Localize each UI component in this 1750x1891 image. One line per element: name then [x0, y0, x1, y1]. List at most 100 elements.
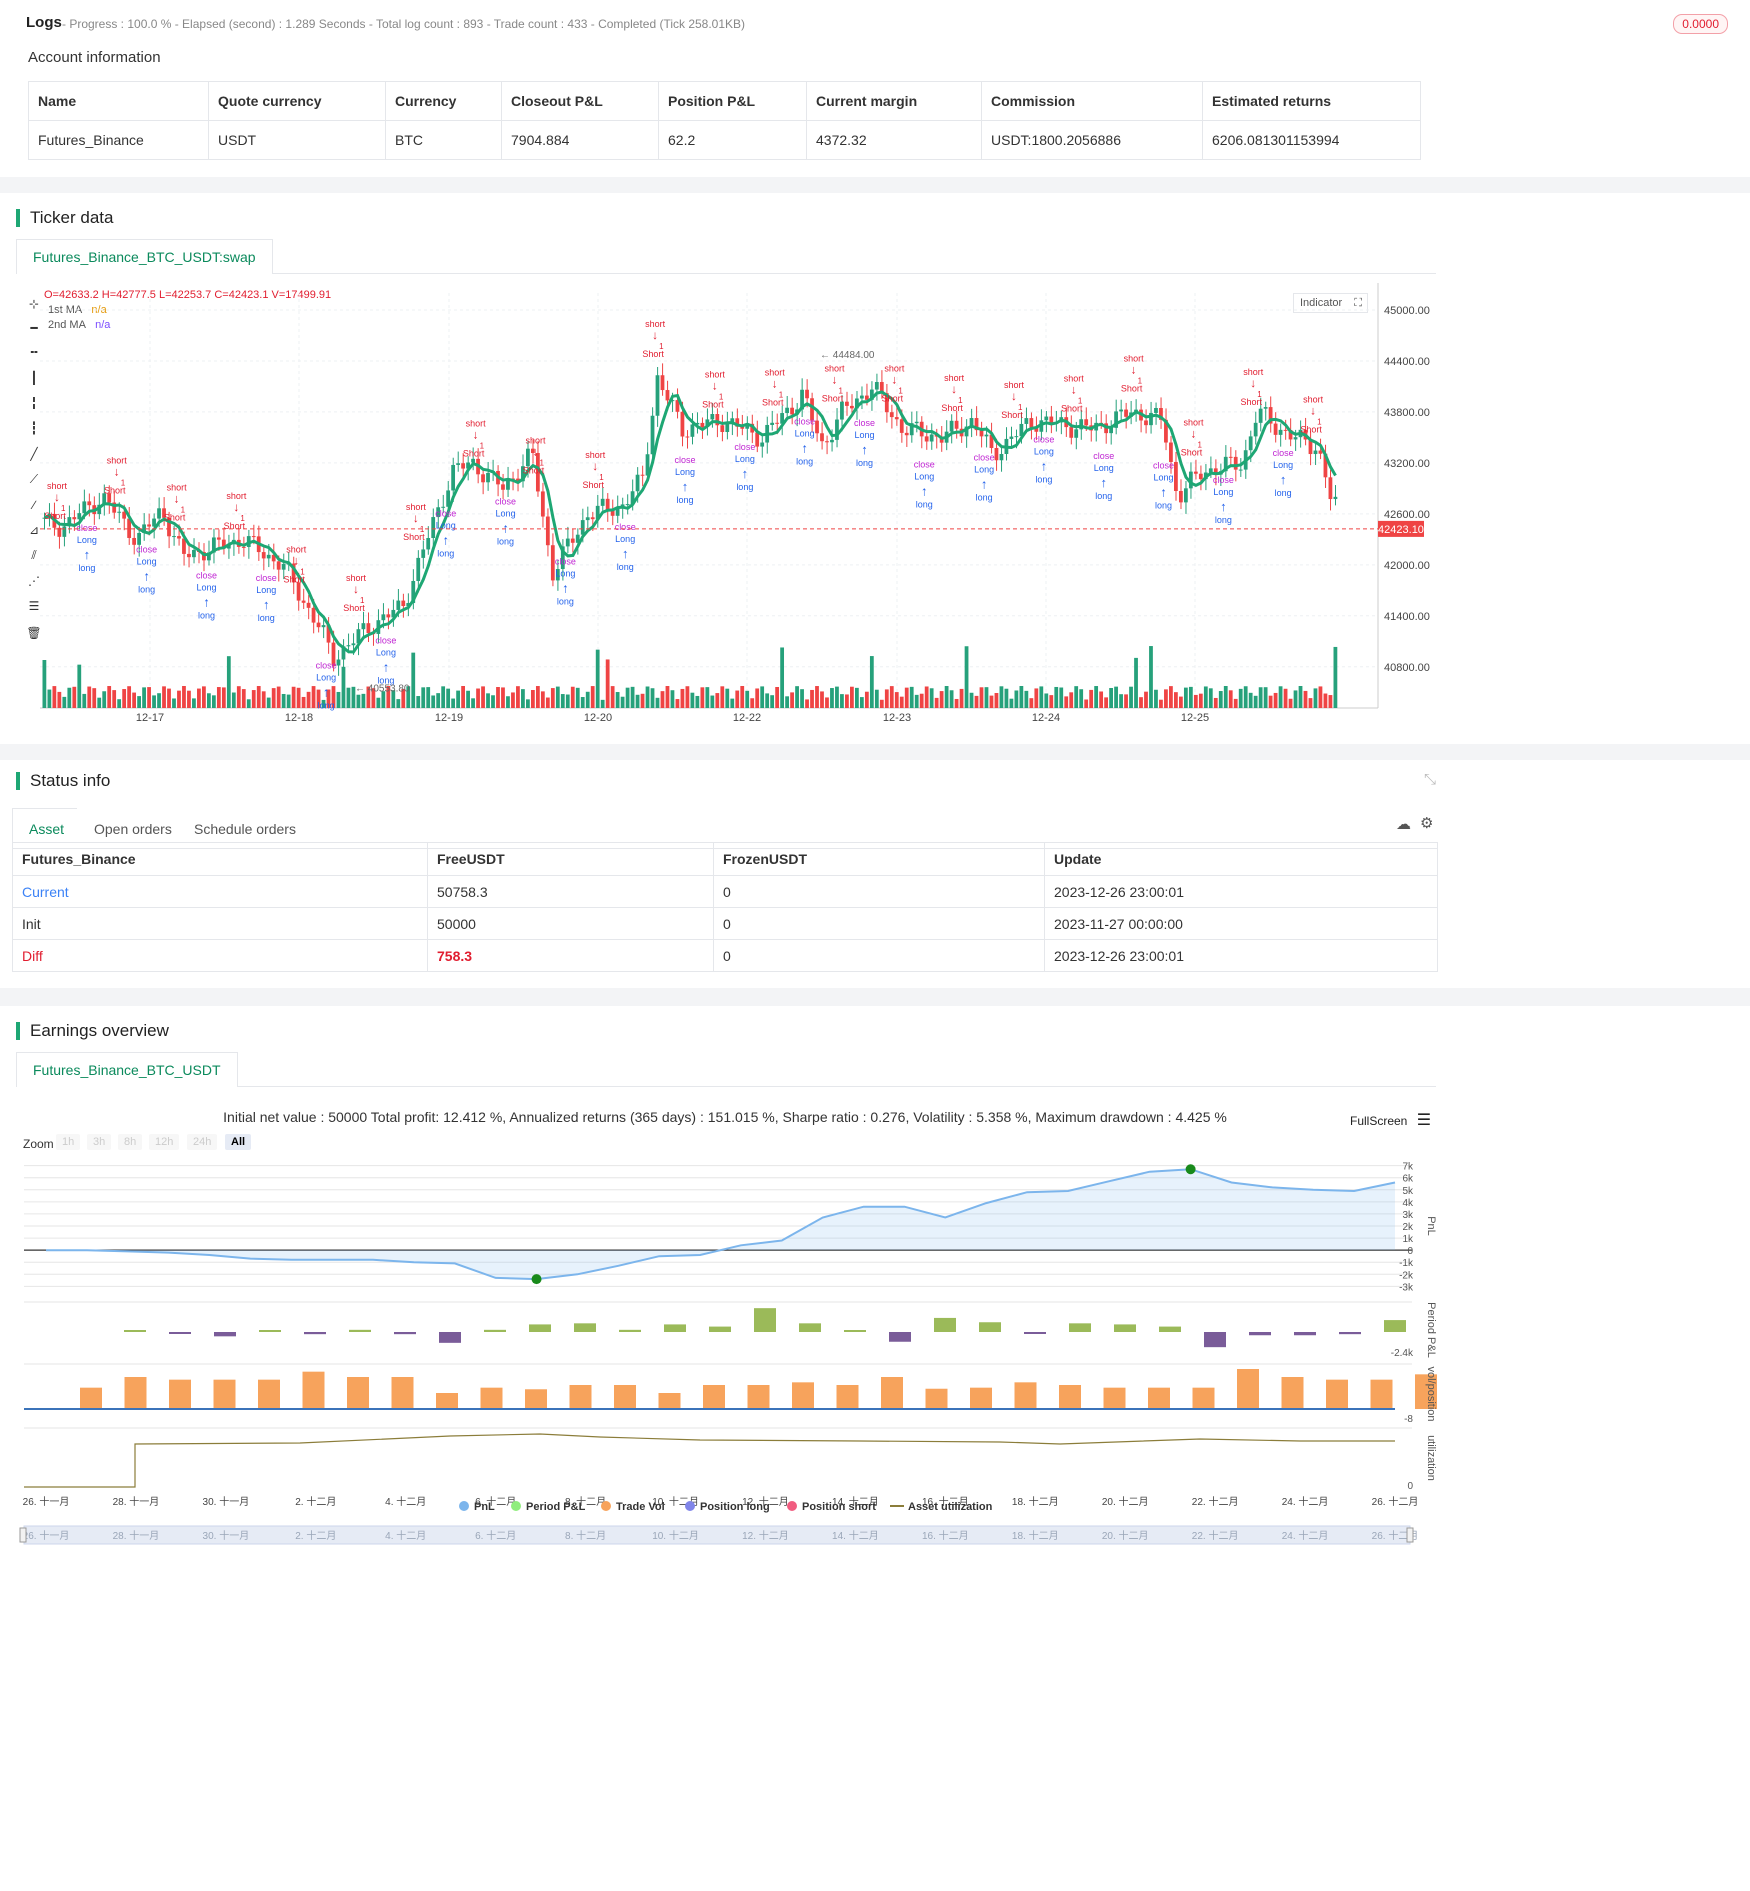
candle-body — [381, 614, 386, 621]
candle-body — [924, 436, 929, 442]
candle-body — [720, 425, 725, 433]
gear-icon[interactable]: ⚙ — [1420, 814, 1433, 832]
zoom-All[interactable]: All — [225, 1134, 252, 1150]
candle-body — [1119, 409, 1123, 412]
legend-marker — [459, 1501, 469, 1511]
zoom-3h[interactable]: 3h — [87, 1134, 112, 1150]
row-label-current[interactable]: Current — [12, 875, 428, 908]
volume-bar — [835, 686, 839, 708]
short-entry-label: Short — [822, 394, 844, 404]
short-arrow-icon: ↓ — [592, 459, 598, 473]
volume-bar — [1119, 694, 1123, 708]
volume-bar — [197, 688, 201, 708]
long-label: long — [78, 563, 95, 573]
menu-icon[interactable]: ☰ — [1417, 1112, 1431, 1129]
fullscreen-button[interactable]: FullScreen ☰ — [1350, 1110, 1431, 1130]
close-label: close — [76, 523, 97, 533]
col-commission: Commission — [981, 81, 1203, 121]
long-entry-label: Long — [615, 534, 635, 544]
volume-bar — [795, 686, 799, 708]
col-free: FreeUSDT — [427, 842, 714, 876]
col-quote: Quote currency — [208, 81, 386, 121]
trade-vol-bar — [525, 1389, 547, 1409]
navigator-label: 30. 十一月 — [203, 1529, 250, 1542]
tab-earnings-symbol[interactable]: Futures_Binance_BTC_USDT — [16, 1052, 238, 1087]
earnings-chart[interactable]: 7k6k5k4k3k2k1k0-1k-2k-3kPnL-2.4k Period P… — [0, 1156, 1450, 1876]
candle-body — [1198, 473, 1203, 480]
zoom-12h[interactable]: 12h — [149, 1134, 180, 1150]
volume-bar — [825, 697, 829, 708]
x-tick-label: 12-19 — [435, 712, 463, 723]
candle-body — [177, 536, 181, 539]
candle-body — [276, 561, 281, 570]
volume-bar — [62, 696, 67, 708]
volume-bar — [1273, 692, 1278, 708]
zoom-8h[interactable]: 8h — [118, 1134, 143, 1150]
trade-vol-bar — [258, 1379, 280, 1409]
collapse-icon[interactable]: ⤡ — [1424, 771, 1436, 788]
period-pnl-bar — [214, 1332, 236, 1337]
long-arrow-icon: ↑ — [981, 477, 988, 492]
close-label: close — [375, 635, 396, 645]
logs-badge[interactable]: 0.0000 — [1673, 14, 1728, 34]
volume-bar — [396, 699, 401, 708]
candle-body — [426, 538, 431, 550]
account-title: Account information — [28, 49, 161, 66]
volume-bar — [850, 686, 854, 708]
volume-bar — [87, 686, 92, 708]
volume-bar — [1193, 694, 1198, 708]
volume-bar — [720, 686, 725, 708]
short-entry-label: Short — [283, 575, 305, 585]
volume-bar — [177, 690, 181, 708]
volume-bar — [665, 686, 670, 708]
volume-bar — [964, 646, 969, 708]
volume-bar — [411, 652, 416, 708]
long-arrow-icon: ↑ — [1220, 499, 1227, 514]
volume-bar — [1079, 689, 1084, 708]
logs-title: Logs — [26, 14, 62, 31]
candle-body — [760, 442, 765, 447]
candle-body — [690, 424, 695, 437]
volume-bar — [620, 696, 625, 708]
volume-bar — [974, 695, 979, 708]
period-pnl-bar — [664, 1324, 686, 1332]
volume-bar — [486, 693, 490, 708]
long-arrow-icon: ↑ — [383, 659, 390, 674]
period-pnl-bar — [754, 1308, 776, 1332]
candle-body — [1313, 450, 1318, 455]
trade-vol-bar — [792, 1382, 814, 1409]
volume-bar — [1298, 686, 1303, 708]
long-arrow-icon: ↑ — [143, 569, 150, 584]
period-pnl-bar — [574, 1323, 596, 1332]
candle-body — [361, 623, 366, 630]
pnl-tick-label: -1k — [1399, 1258, 1414, 1269]
volume-bar — [471, 698, 475, 708]
candle-body — [1044, 416, 1049, 421]
zoom-24h[interactable]: 24h — [187, 1134, 218, 1150]
volume-bar — [1253, 695, 1258, 708]
volume-bar — [705, 687, 710, 708]
candle-body — [840, 401, 844, 420]
short-entry-label: Short — [941, 403, 963, 413]
volume-bar — [1188, 686, 1193, 708]
volume-bar — [710, 695, 715, 708]
volume-bar — [336, 691, 341, 708]
tab-ticker-symbol[interactable]: Futures_Binance_BTC_USDT:swap — [16, 239, 273, 274]
volume-bar — [1099, 691, 1104, 708]
short-entry-label: Short — [44, 511, 66, 521]
navigator-handle-right — [1406, 1527, 1414, 1543]
volume-bar — [1159, 699, 1163, 708]
cloud-download-icon[interactable]: ☁ — [1396, 815, 1411, 833]
zoom-1h[interactable]: 1h — [56, 1134, 81, 1150]
period-pnl-bar — [259, 1330, 281, 1332]
short-entry-label: Short — [164, 513, 186, 523]
short-entry-label: Short — [403, 532, 425, 542]
volume-bar — [615, 692, 620, 708]
long-entry-label: Long — [555, 569, 575, 579]
long-entry-label: Long — [795, 428, 815, 438]
candlestick-chart[interactable]: 45000.00 44400.00 43800.00 43200.00 42600.00… — [0, 283, 1440, 723]
candle-body — [625, 504, 630, 506]
volume-bar — [790, 692, 794, 708]
navigator-label: 22. 十二月 — [1192, 1529, 1239, 1542]
pnl-axis-title: PnL — [1425, 1216, 1437, 1236]
